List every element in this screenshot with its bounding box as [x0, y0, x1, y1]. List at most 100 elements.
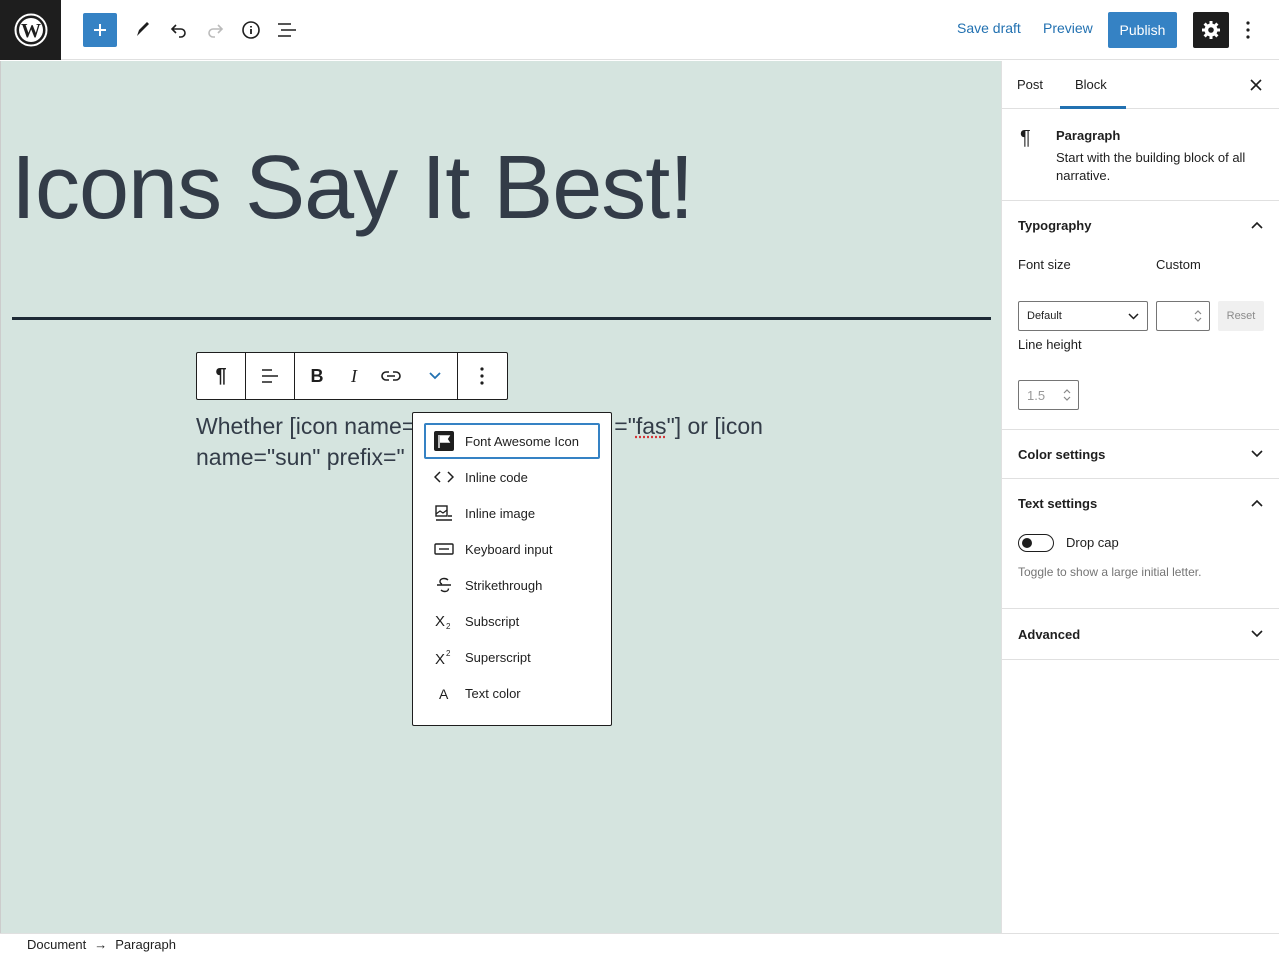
line-height-label: Line height: [1018, 337, 1082, 352]
italic-icon: I: [351, 365, 357, 386]
align-group: [246, 353, 295, 399]
more-vertical-icon: [480, 367, 484, 385]
custom-size-label: Custom: [1156, 257, 1201, 272]
svg-text:X: X: [435, 613, 445, 630]
color-settings-panel: Color settings: [1002, 430, 1279, 479]
text-settings-toggle[interactable]: Text settings: [1002, 479, 1279, 527]
paragraph-icon: ¶: [1020, 127, 1031, 149]
link-icon: [381, 371, 401, 381]
breadcrumb-document[interactable]: Document: [27, 937, 86, 952]
spinner-icon: [1194, 310, 1202, 322]
menu-item-label: Subscript: [465, 613, 520, 629]
font-size-select[interactable]: Default: [1018, 301, 1148, 331]
breadcrumb-paragraph[interactable]: Paragraph: [115, 937, 176, 952]
menu-item-strikethrough[interactable]: Strikethrough: [424, 567, 600, 603]
align-text-button[interactable]: [246, 353, 294, 399]
publish-button[interactable]: Publish: [1108, 12, 1177, 48]
close-sidebar-button[interactable]: [1244, 73, 1268, 97]
menu-item-inline-image[interactable]: Inline image: [424, 495, 600, 531]
bold-button[interactable]: B: [295, 353, 339, 399]
block-card: ¶ Paragraph Start with the building bloc…: [1002, 109, 1279, 201]
typography-panel: Typography Font size Custom Default Rese…: [1002, 201, 1279, 430]
menu-item-label: Text color: [465, 685, 521, 701]
chevron-down-icon: [1128, 312, 1139, 320]
chevron-down-icon: [429, 372, 441, 380]
font-size-label: Font size: [1018, 257, 1071, 272]
reset-font-size-button[interactable]: Reset: [1218, 301, 1264, 331]
bold-icon: B: [310, 365, 324, 386]
typography-panel-toggle[interactable]: Typography: [1002, 201, 1279, 249]
menu-item-label: Inline image: [465, 505, 536, 521]
text-color-icon: A: [439, 686, 449, 702]
chevron-up-icon: [1251, 499, 1263, 507]
preview-button[interactable]: Preview: [1043, 20, 1093, 36]
subscript-icon: X 2: [435, 613, 451, 630]
pencil-icon: [137, 22, 149, 36]
list-view-button[interactable]: [269, 12, 305, 48]
options-menu-button[interactable]: [1236, 12, 1260, 48]
svg-text:A: A: [439, 686, 449, 702]
italic-button[interactable]: I: [339, 353, 369, 399]
paragraph-icon: ¶: [215, 364, 227, 387]
menu-item-inline-code[interactable]: Inline code: [424, 459, 600, 495]
tab-block[interactable]: Block: [1075, 77, 1107, 92]
menu-item-subscript[interactable]: X 2 Subscript: [424, 603, 600, 639]
gear-icon: [1202, 21, 1220, 39]
separator-block[interactable]: [12, 317, 991, 320]
menu-item-keyboard-input[interactable]: Keyboard input: [424, 531, 600, 567]
menu-item-label: Keyboard input: [465, 541, 553, 557]
menu-item-text-color[interactable]: A Text color: [424, 675, 600, 711]
menu-item-superscript[interactable]: X 2 Superscript: [424, 639, 600, 675]
rich-text-format-menu: Font Awesome Icon Inline code Inline ima…: [412, 412, 612, 726]
link-button[interactable]: [369, 353, 413, 399]
plus-icon: [94, 24, 106, 36]
flag-icon: [434, 431, 454, 451]
editor-header: W Save draft Preview Publish: [0, 0, 1279, 60]
chevron-down-icon: [1251, 450, 1263, 458]
undo-button[interactable]: [161, 12, 197, 48]
block-options-button[interactable]: [458, 353, 506, 399]
settings-sidebar: Post Block ¶ Paragraph Start with the bu…: [1001, 61, 1279, 933]
redo-icon: [208, 24, 224, 38]
misspelled-word: fas: [635, 413, 667, 439]
save-draft-button[interactable]: Save draft: [957, 20, 1021, 36]
redo-button[interactable]: [197, 12, 233, 48]
details-button[interactable]: [233, 12, 269, 48]
drop-cap-toggle[interactable]: [1018, 534, 1054, 552]
list-view-icon: [278, 23, 296, 37]
chevron-up-icon: [1251, 221, 1263, 229]
settings-button[interactable]: [1193, 12, 1229, 48]
strikethrough-icon: [437, 577, 451, 593]
format-group: B I: [295, 353, 458, 399]
block-breadcrumb: Document → Paragraph: [0, 933, 1279, 954]
menu-item-label: Font Awesome Icon: [465, 433, 579, 449]
line-height-input[interactable]: 1.5: [1018, 380, 1079, 410]
text-settings-panel: Text settings Drop cap Toggle to show a …: [1002, 479, 1279, 609]
color-settings-toggle[interactable]: Color settings: [1002, 430, 1279, 478]
menu-item-label: Strikethrough: [465, 577, 543, 593]
keyboard-icon: [434, 543, 454, 555]
menu-item-font-awesome-icon[interactable]: Font Awesome Icon: [424, 423, 600, 459]
svg-text:X: X: [435, 651, 445, 666]
code-icon: [434, 471, 454, 483]
tools-button[interactable]: [125, 12, 161, 48]
more-rich-text-button[interactable]: [413, 353, 457, 399]
drop-cap-label: Drop cap: [1066, 535, 1119, 550]
wordpress-logo-button[interactable]: W: [0, 0, 61, 60]
svg-text:W: W: [21, 20, 41, 42]
add-block-button[interactable]: [83, 13, 117, 47]
post-title[interactable]: Icons Say It Best!: [11, 137, 694, 240]
wordpress-icon: W: [14, 13, 47, 47]
image-icon: [435, 505, 452, 521]
superscript-icon: X 2: [435, 649, 451, 666]
custom-font-size-input[interactable]: [1156, 301, 1210, 331]
advanced-toggle[interactable]: Advanced: [1002, 609, 1279, 659]
block-card-description: Start with the building block of all nar…: [1056, 150, 1246, 183]
chevron-down-icon: [1251, 630, 1263, 638]
transform-block-button[interactable]: ¶: [197, 353, 245, 399]
arrow-right-icon: →: [94, 936, 108, 952]
drop-cap-help: Toggle to show a large initial letter.: [1018, 565, 1202, 579]
tab-post[interactable]: Post: [1017, 77, 1043, 92]
menu-item-label: Inline code: [465, 469, 528, 485]
editor-canvas[interactable]: Icons Say It Best! ¶ B I Whether [icon n…: [0, 61, 1001, 933]
